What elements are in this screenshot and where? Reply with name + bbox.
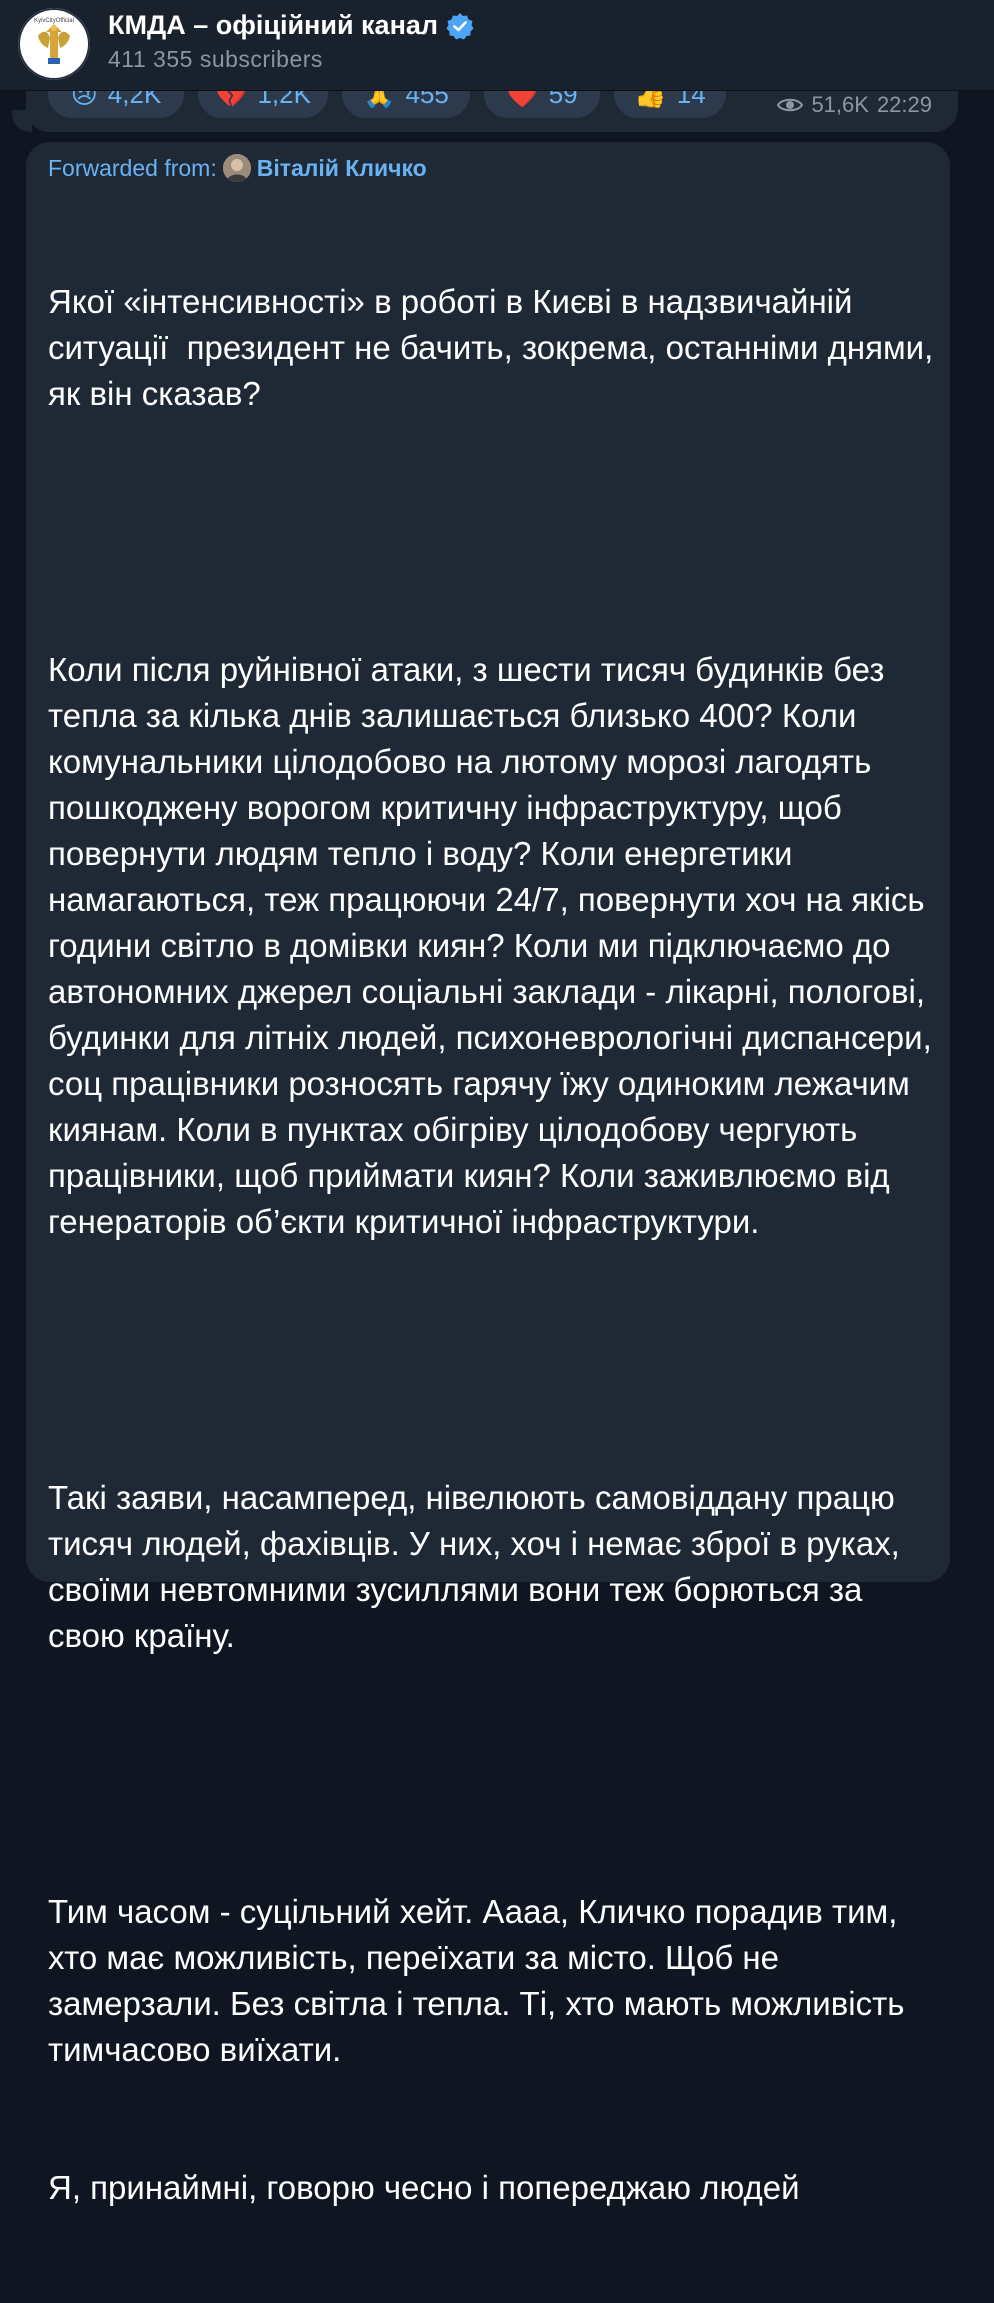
message-paragraph: Якої «інтенсивності» в роботі в Києві в … <box>48 283 943 412</box>
message-paragraph: Тим часом - суцільний хейт. Аааа, Кличко… <box>48 1893 914 2068</box>
channel-title-text: КМДА – офіційний канал <box>108 10 439 40</box>
coat-of-arms-icon <box>38 24 70 64</box>
message-text: Якої «інтенсивності» в роботі в Києві в … <box>48 187 938 2303</box>
message-meta: 51,6K 22:29 <box>777 92 932 118</box>
avatar-caption: KyivCityOfficial <box>34 18 74 24</box>
forwarded-header[interactable]: Forwarded from: Віталій Кличко <box>48 154 427 182</box>
message-time: 22:29 <box>876 92 932 117</box>
message-paragraph: Коли після руйнівної атаки, з шести тися… <box>48 651 941 1240</box>
eye-icon <box>777 98 804 112</box>
forwarded-author-name: Віталій Кличко <box>256 154 427 181</box>
channel-title[interactable]: КМДА – офіційний канал <box>108 10 474 41</box>
channel-avatar[interactable]: KyivCityOfficial <box>18 8 90 80</box>
forwarded-avatar <box>222 154 251 182</box>
verified-badge-icon <box>446 12 474 39</box>
chat-header: KyivCityOfficial КМДА – офіційний канал … <box>0 0 994 91</box>
view-count: 51,6K <box>811 92 869 117</box>
previous-message-tail <box>12 110 32 132</box>
message-paragraph: Такі заяви, насамперед, нівелюють самові… <box>48 1479 910 1654</box>
forwarded-label: Forwarded from: <box>48 154 217 181</box>
message-paragraph: Я, принаймні, говорю чесно і попереджаю … <box>48 2169 800 2206</box>
message-bubble: Forwarded from: Віталій Кличко Якої «інт… <box>26 142 950 2206</box>
subscriber-count: 411 355 subscribers <box>108 46 323 72</box>
